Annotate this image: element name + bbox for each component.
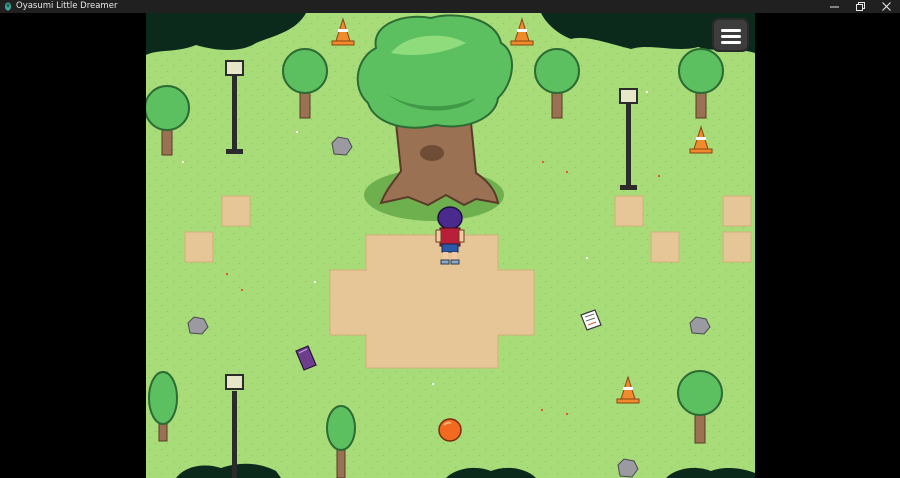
minimize-button[interactable] [820, 0, 848, 13]
game-menu-button[interactable] [712, 18, 749, 52]
hamburger-line [721, 41, 741, 44]
dirt-patch [722, 195, 752, 227]
hamburger-line [721, 35, 741, 38]
note-paper-item[interactable] [579, 309, 603, 331]
app-icon [5, 2, 11, 11]
game-viewport[interactable] [146, 13, 755, 478]
restore-icon [855, 2, 865, 11]
dirt-patch [650, 231, 680, 263]
close-button[interactable] [872, 0, 900, 13]
restore-button[interactable] [846, 0, 874, 13]
dirt-patch [722, 231, 752, 263]
minimize-icon [829, 6, 839, 8]
player-character [435, 206, 465, 265]
dirt-patch [184, 231, 214, 263]
book-item[interactable] [294, 345, 318, 371]
close-icon [881, 2, 891, 11]
dirt-patch [221, 195, 251, 227]
hamburger-menu-icon [721, 29, 741, 32]
ball-item[interactable] [437, 417, 463, 443]
dirt-patch [614, 195, 644, 227]
window-title: Oyasumi Little Dreamer [16, 1, 118, 11]
window-titlebar: Oyasumi Little Dreamer [0, 0, 900, 13]
